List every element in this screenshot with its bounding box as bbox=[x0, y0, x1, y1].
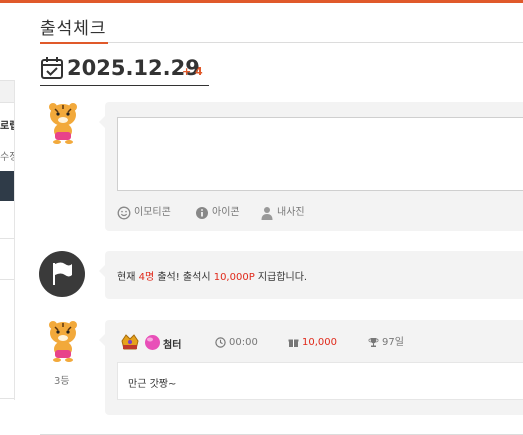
smile-icon bbox=[117, 206, 131, 220]
sidebar-border bbox=[14, 80, 15, 400]
left-sidebar-fragment: 로랩 수정 bbox=[0, 0, 15, 435]
sidebar-dark-button[interactable] bbox=[0, 171, 14, 201]
clock-icon bbox=[215, 337, 226, 348]
date-underline bbox=[40, 85, 209, 86]
rank-label: 3등 bbox=[54, 376, 70, 387]
notice-avatar bbox=[39, 251, 85, 297]
date-delta: + 4 bbox=[182, 65, 203, 78]
attendance-notice: 현재 4명 출석! 출석시 10,000P 지급합니다. bbox=[117, 268, 307, 283]
sidebar-divider bbox=[0, 102, 15, 103]
sidebar-divider bbox=[0, 238, 15, 239]
title-divider bbox=[40, 42, 523, 43]
comment-textarea[interactable] bbox=[117, 117, 523, 191]
tiger-avatar bbox=[49, 321, 77, 362]
notice-prefix: 현재 bbox=[117, 272, 139, 283]
top-accent-bar bbox=[0, 0, 523, 3]
emoticon-label: 이모티콘 bbox=[134, 207, 171, 218]
person-icon bbox=[261, 207, 273, 220]
info-icon bbox=[196, 207, 208, 219]
sidebar-divider bbox=[0, 279, 15, 280]
level-badge-icon bbox=[121, 334, 139, 350]
message-box bbox=[117, 362, 523, 400]
notice-middle: 출석! 출석시 bbox=[154, 272, 214, 283]
icon-label: 아이콘 bbox=[212, 207, 240, 218]
my-photo-label: 내사진 bbox=[277, 207, 305, 218]
attendance-message: 만근 갓짱~ bbox=[128, 379, 177, 390]
sidebar-divider bbox=[0, 398, 15, 399]
tiger-avatar bbox=[49, 103, 77, 144]
sidebar-header-bg bbox=[0, 80, 14, 102]
trophy-icon bbox=[368, 338, 379, 347]
attendance-date: 2025.12.29 bbox=[67, 56, 200, 80]
attend-days-value: 97일 bbox=[382, 337, 404, 348]
notice-suffix: 지급합니다. bbox=[254, 272, 308, 283]
attend-time-value: 00:00 bbox=[229, 337, 258, 348]
nickname[interactable]: 첨터 bbox=[163, 336, 181, 351]
gift-icon bbox=[288, 339, 299, 347]
sidebar-divider bbox=[0, 80, 15, 81]
title-active-underline bbox=[40, 42, 108, 44]
pink-orb-icon bbox=[145, 335, 160, 350]
sidebar-item-sub[interactable]: 수정 bbox=[0, 148, 15, 163]
flag-icon bbox=[53, 262, 72, 285]
notice-count: 4명 bbox=[138, 272, 155, 283]
calendar-check-icon bbox=[41, 57, 63, 79]
notice-points: 10,000P bbox=[213, 272, 255, 283]
page-title: 출석체크 bbox=[40, 19, 107, 39]
sidebar-item-label[interactable]: 로랩 bbox=[0, 117, 15, 132]
attend-points-value: 10,000 bbox=[302, 337, 337, 348]
